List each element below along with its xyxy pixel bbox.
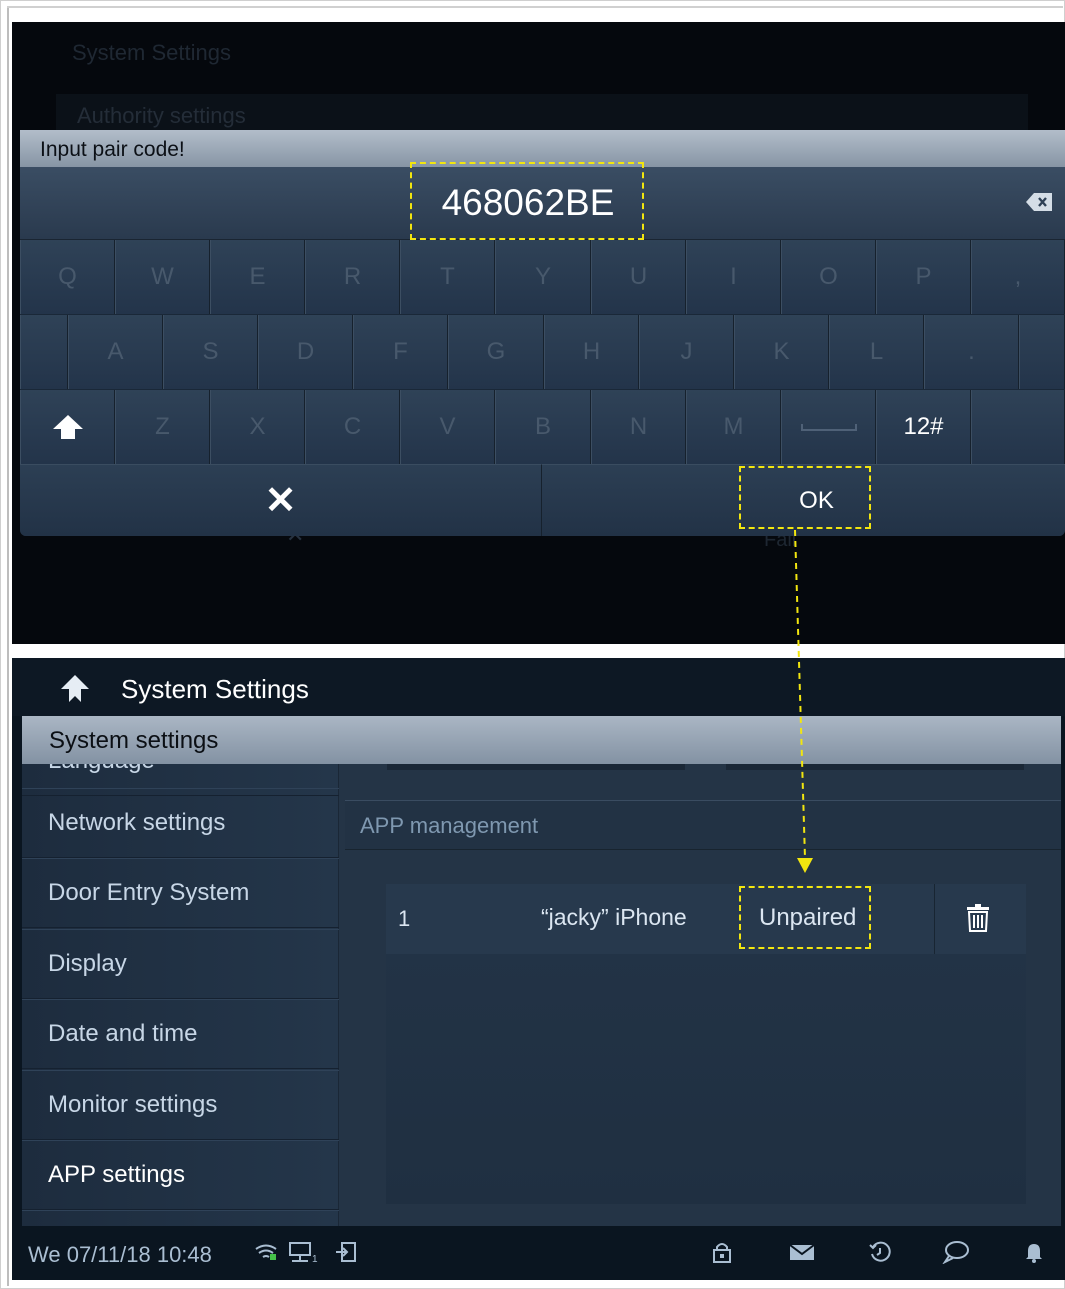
space-key[interactable] — [781, 390, 876, 464]
section-band: System settings — [22, 716, 1061, 764]
key-g[interactable]: G — [448, 315, 544, 389]
lock-icon[interactable] — [710, 1240, 734, 1264]
key-k[interactable]: K — [734, 315, 829, 389]
shift-key[interactable] — [20, 390, 115, 464]
wifi-icon — [255, 1244, 277, 1260]
dimmed-row-label: Authority settings — [77, 103, 246, 128]
key-s[interactable]: S — [163, 315, 258, 389]
key-l[interactable]: L — [829, 315, 924, 389]
section-heading-label: APP management — [360, 813, 539, 838]
key-blank-end — [971, 390, 1065, 464]
control-edge — [726, 764, 1024, 770]
network-icon: 1 — [289, 1242, 318, 1264]
table-row[interactable]: 1 “jacky” iPhone Unpaired — [386, 884, 1026, 954]
key-t[interactable]: T — [400, 240, 495, 314]
ok-highlight-box — [739, 466, 871, 529]
key-h[interactable]: H — [544, 315, 639, 389]
key-j[interactable]: J — [639, 315, 734, 389]
row-index: 1 — [398, 906, 411, 931]
keyboard-row-2: A S D F G H J K L . — [20, 315, 1065, 390]
dimmed-title: System Settings — [72, 40, 231, 65]
key-c[interactable]: C — [305, 390, 400, 464]
key-period[interactable]: . — [924, 315, 1019, 389]
key-y[interactable]: Y — [495, 240, 591, 314]
mail-icon[interactable] — [788, 1240, 816, 1264]
page-title: System Settings — [121, 674, 309, 704]
sidebar-item-monitor[interactable]: Monitor settings — [22, 1070, 339, 1140]
key-u[interactable]: U — [591, 240, 686, 314]
key-blank-right — [1019, 315, 1065, 389]
shift-arrow-icon — [52, 415, 83, 439]
key-blank-left — [20, 315, 68, 389]
back-arrow-icon[interactable] — [60, 674, 90, 704]
row-divider — [934, 884, 935, 954]
section-band-label: System settings — [49, 727, 219, 754]
keyboard-row-1: Q W E R T Y U I O P , — [20, 240, 1065, 315]
key-a[interactable]: A — [68, 315, 163, 389]
key-i[interactable]: I — [686, 240, 781, 314]
key-x[interactable]: X — [210, 390, 305, 464]
key-p[interactable]: P — [876, 240, 971, 314]
key-f[interactable]: F — [353, 315, 448, 389]
key-z[interactable]: Z — [115, 390, 210, 464]
key-comma[interactable]: , — [971, 240, 1065, 314]
keyboard-row-3: Z X C V B N M 12# — [20, 390, 1065, 465]
symbols-key[interactable]: 12# — [876, 390, 971, 464]
header-bar: System Settings — [12, 658, 1065, 716]
device-list: 1 “jacky” iPhone Unpaired — [386, 884, 1026, 1204]
device-name: “jacky” iPhone — [541, 904, 687, 930]
key-b[interactable]: B — [495, 390, 591, 464]
pair-code-screen: System Settings Authority settings ✕ Fai… — [12, 22, 1065, 644]
frame-edge — [7, 6, 9, 1286]
system-settings-screen: System Settings Language Network setting… — [12, 658, 1065, 1280]
key-e[interactable]: E — [210, 240, 305, 314]
sidebar-item-door-entry[interactable]: Door Entry System — [22, 858, 339, 928]
cancel-x-icon: ✕ — [264, 480, 297, 522]
app-management-panel: APP management 1 “jacky” iPhone Unpaired — [340, 764, 1061, 1226]
exit-icon[interactable] — [334, 1240, 358, 1264]
key-m[interactable]: M — [686, 390, 781, 464]
status-bar: We 07/11/18 10:48 1 — [12, 1226, 1065, 1280]
space-bar-icon — [800, 424, 857, 431]
sidebar-item-app-settings[interactable]: APP settings — [22, 1140, 339, 1210]
key-n[interactable]: N — [591, 390, 686, 464]
control-edge — [387, 764, 685, 770]
key-q[interactable]: Q — [20, 240, 115, 314]
sidebar-item-network[interactable]: Network settings — [22, 788, 339, 858]
message-icon[interactable] — [942, 1240, 970, 1264]
history-icon[interactable] — [868, 1240, 892, 1264]
key-w[interactable]: W — [115, 240, 210, 314]
sidebar-item-date-time[interactable]: Date and time — [22, 999, 339, 1069]
frame-edge-top — [7, 6, 1063, 8]
unpaired-highlight-box — [739, 886, 871, 949]
svg-text:1: 1 — [312, 1254, 318, 1264]
key-r[interactable]: R — [305, 240, 400, 314]
sidebar-item-display[interactable]: Display — [22, 929, 339, 999]
key-d[interactable]: D — [258, 315, 353, 389]
code-highlight-box — [410, 162, 644, 240]
key-o[interactable]: O — [781, 240, 876, 314]
key-v[interactable]: V — [400, 390, 495, 464]
backspace-icon[interactable] — [1026, 193, 1052, 211]
cancel-button[interactable]: ✕ — [20, 464, 542, 536]
datetime-display: We 07/11/18 10:48 — [28, 1242, 212, 1267]
settings-sidebar: Language Network settings Door Entry Sys… — [22, 726, 339, 1280]
dialog-title: Input pair code! — [40, 138, 185, 161]
settings-body: Language Network settings Door Entry Sys… — [22, 726, 1061, 1280]
trash-icon[interactable] — [967, 904, 989, 932]
section-heading: APP management — [345, 800, 1061, 850]
bell-icon[interactable] — [1022, 1240, 1046, 1264]
